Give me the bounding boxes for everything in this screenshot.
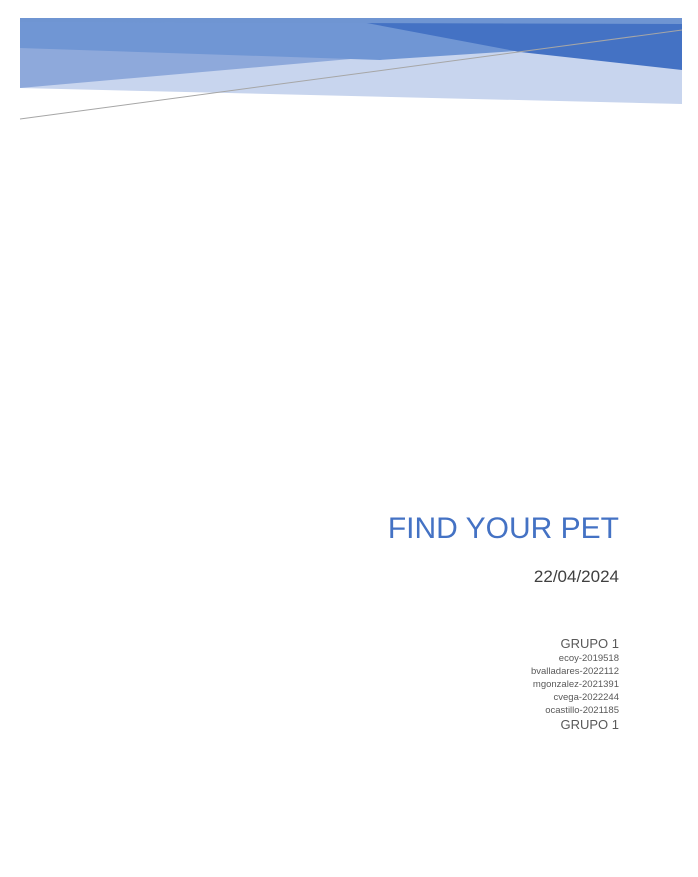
member-item: cvega-2022244 — [553, 692, 620, 703]
member-item: mgonzalez-2021391 — [532, 679, 619, 690]
member-item: ocastillo-2021185 — [545, 705, 619, 716]
member-item: bvalladares-2022112 — [530, 666, 619, 677]
header-banner — [19, 18, 683, 120]
cover-title-block: FIND YOUR PET 22/04/2024 — [119, 510, 619, 589]
group-info-block: GRUPO 1 ecoy-2019518 bvalladares-2022112… — [319, 636, 619, 733]
member-item: ecoy-2019518 — [558, 653, 619, 664]
document-title: FIND YOUR PET — [387, 512, 619, 545]
group-label-bottom: GRUPO 1 — [560, 717, 619, 732]
group-label-top: GRUPO 1 — [560, 636, 619, 651]
document-date: 22/04/2024 — [533, 567, 619, 586]
